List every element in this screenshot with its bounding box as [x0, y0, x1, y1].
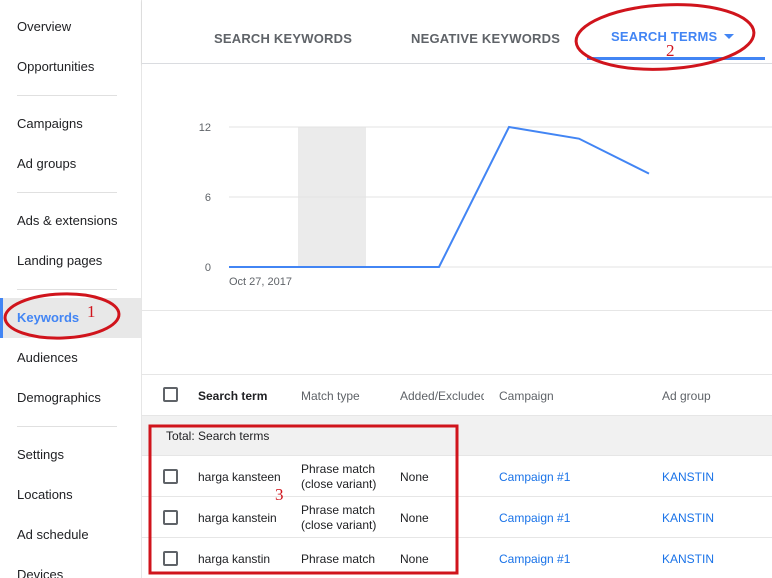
annotation-box-search-terms: [148, 424, 459, 575]
annotation-layer: [3, 3, 756, 575]
annotation-number: 2: [666, 41, 675, 60]
annotation-ellipse-keywords: [3, 292, 121, 340]
annotation-number: 1: [87, 302, 96, 321]
annotation-ellipse-search-terms: [574, 3, 756, 71]
annotation-number: 3: [275, 485, 284, 504]
